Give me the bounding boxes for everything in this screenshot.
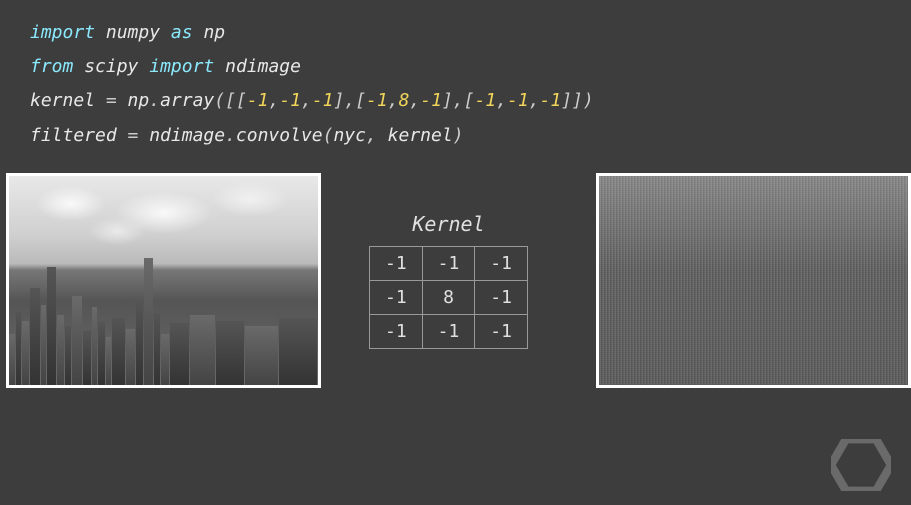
obj-ndimage: ndimage — [149, 125, 225, 146]
mod-ndimage: ndimage — [225, 56, 301, 77]
code-block: import numpy as np from scipy import ndi… — [0, 0, 911, 153]
city-filtered-illustration — [599, 176, 908, 385]
hexagon-logo-icon — [831, 439, 891, 491]
lib-numpy: numpy — [106, 22, 160, 43]
kernel-cell: -1 — [475, 246, 528, 280]
arg-kernel: kernel — [388, 125, 453, 146]
code-line-2: from scipy import ndimage — [30, 50, 911, 84]
kernel-cell: -1 — [475, 280, 528, 314]
image-original — [6, 173, 321, 388]
n: -1 — [474, 90, 496, 111]
kernel-cell: -1 — [370, 246, 423, 280]
paren: ([[ — [214, 90, 247, 111]
code-line-3: kernel = np.array([[-1,-1,-1],[-1,8,-1],… — [30, 84, 911, 118]
n: -1 — [247, 90, 269, 111]
n: -1 — [540, 90, 562, 111]
obj-np: np — [128, 90, 150, 111]
var-kernel: kernel — [30, 90, 95, 111]
n: -1 — [312, 90, 334, 111]
alias-np: np — [203, 22, 225, 43]
kernel-cell: -1 — [422, 246, 475, 280]
n: -1 — [420, 90, 442, 111]
n: -1 — [366, 90, 388, 111]
kernel-cell: -1 — [422, 314, 475, 348]
kernel-title: Kernel — [412, 212, 484, 236]
n: -1 — [507, 90, 529, 111]
keyword-import: import — [30, 22, 95, 43]
eq: = — [95, 90, 128, 111]
kernel-cell: 8 — [422, 280, 475, 314]
kernel-block: Kernel -1 -1 -1 -1 8 -1 -1 -1 -1 — [369, 212, 528, 349]
c: , — [496, 90, 507, 111]
c: ],[ — [442, 90, 475, 111]
keyword-import2: import — [149, 56, 214, 77]
c: ],[ — [334, 90, 367, 111]
table-row: -1 -1 -1 — [370, 246, 528, 280]
table-row: -1 8 -1 — [370, 280, 528, 314]
keyword-from: from — [30, 56, 73, 77]
dot: . — [225, 125, 236, 146]
kernel-cell: -1 — [475, 314, 528, 348]
table-row: -1 -1 -1 — [370, 314, 528, 348]
kernel-cell: -1 — [370, 280, 423, 314]
fn-array: array — [160, 90, 214, 111]
kernel-table: -1 -1 -1 -1 8 -1 -1 -1 -1 — [369, 246, 528, 349]
skyline — [9, 251, 318, 385]
c: , — [366, 125, 388, 146]
image-filtered — [596, 173, 911, 388]
c: , — [388, 90, 399, 111]
p: ) — [453, 125, 464, 146]
dot: . — [149, 90, 160, 111]
c: , — [409, 90, 420, 111]
n: 8 — [399, 90, 410, 111]
var-filtered: filtered — [30, 125, 117, 146]
c: , — [529, 90, 540, 111]
code-line-1: import numpy as np — [30, 16, 911, 50]
p: ( — [323, 125, 334, 146]
kernel-cell: -1 — [370, 314, 423, 348]
c: , — [301, 90, 312, 111]
content-row: Kernel -1 -1 -1 -1 8 -1 -1 -1 -1 — [0, 153, 911, 388]
fn-convolve: convolve — [236, 125, 323, 146]
eq: = — [117, 125, 150, 146]
c: ]]) — [561, 90, 594, 111]
city-bw-illustration — [9, 176, 318, 385]
lib-scipy: scipy — [84, 56, 138, 77]
n: -1 — [279, 90, 301, 111]
code-line-4: filtered = ndimage.convolve(nyc, kernel) — [30, 119, 911, 153]
arg-nyc: nyc — [333, 125, 366, 146]
keyword-as: as — [171, 22, 193, 43]
c: , — [268, 90, 279, 111]
